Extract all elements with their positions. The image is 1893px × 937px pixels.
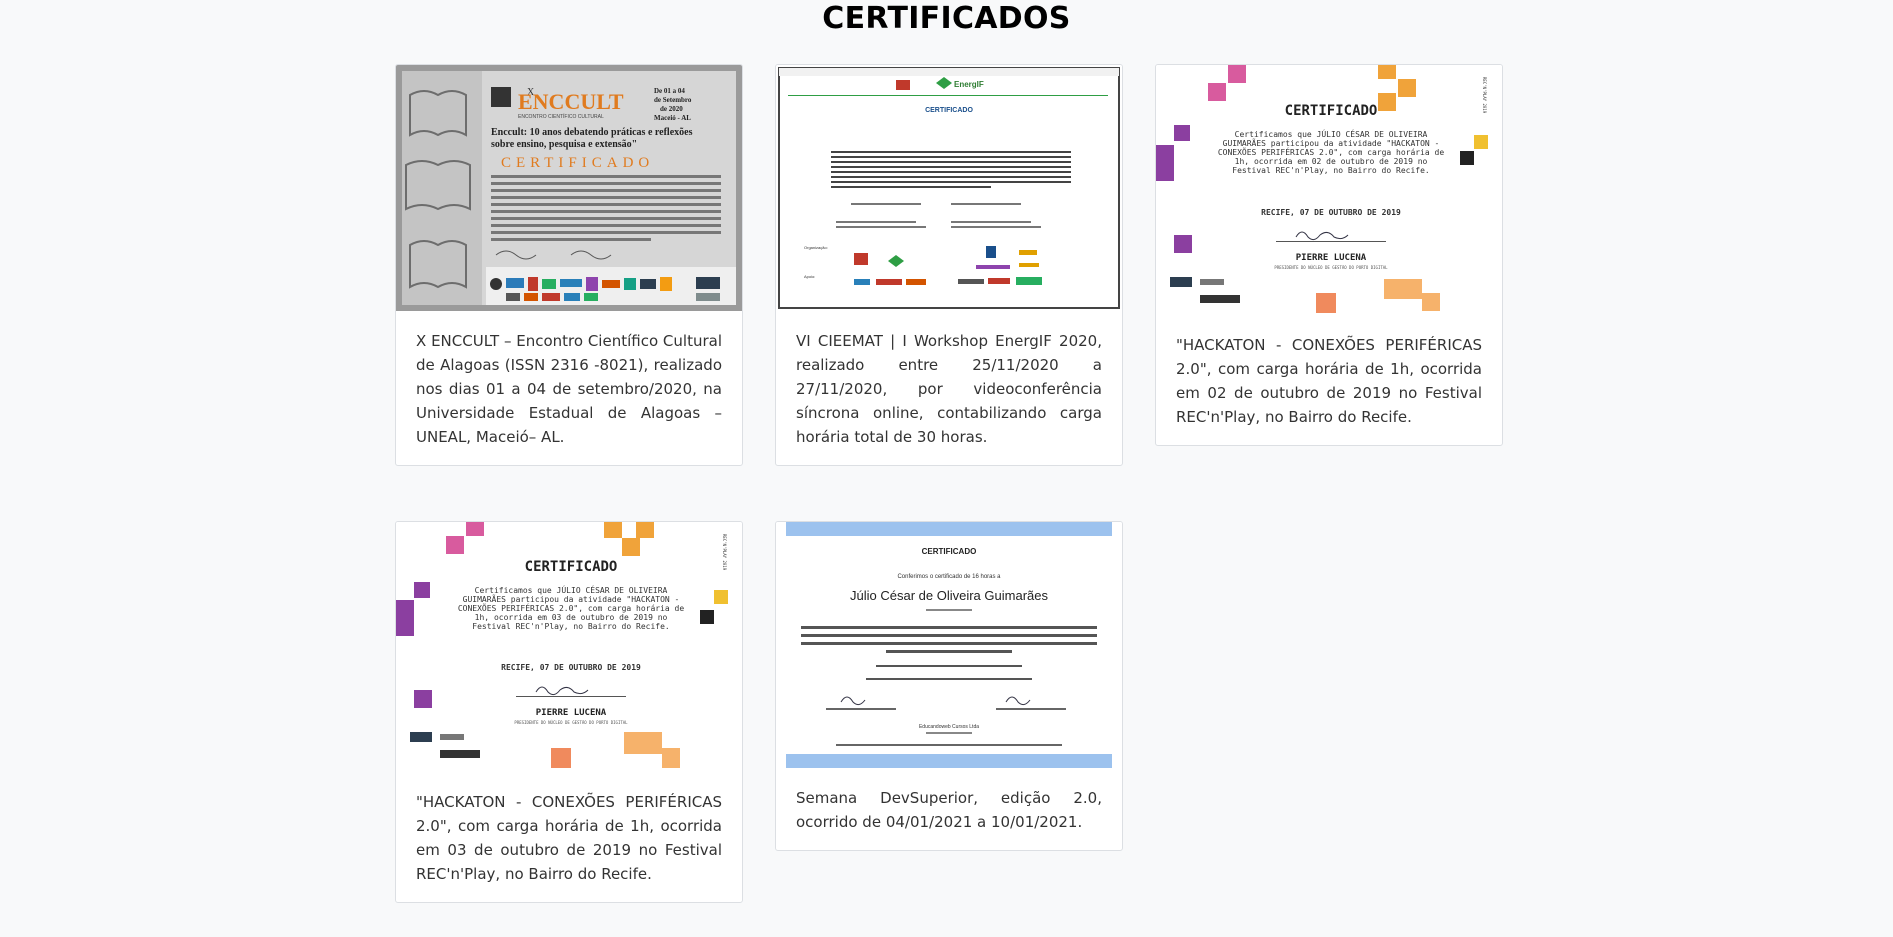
svg-text:Organização:: Organização: bbox=[804, 245, 828, 250]
svg-text:1h, ocorrida em 02 de outubro: 1h, ocorrida em 02 de outubro de 2019 no bbox=[1235, 157, 1428, 166]
svg-text:1h, ocorrida em 03 de outubro: 1h, ocorrida em 03 de outubro de 2019 no bbox=[475, 613, 668, 622]
svg-text:REC'N'PLAY 2019: REC'N'PLAY 2019 bbox=[722, 534, 727, 571]
svg-text:Apoio:: Apoio: bbox=[804, 274, 815, 279]
svg-text:Festival REC'n'Play, no Bairro: Festival REC'n'Play, no Bairro do Recife… bbox=[472, 622, 669, 631]
svg-text:CONEXÕES PERIFÉRICAS 2.0", com: CONEXÕES PERIFÉRICAS 2.0", com carga hor… bbox=[1218, 146, 1445, 157]
page-title: CERTIFICADOS bbox=[822, 1, 1071, 36]
svg-text:EnergIF: EnergIF bbox=[954, 80, 984, 89]
svg-text:Conferimos o certificado de 16: Conferimos o certificado de 16 horas a bbox=[897, 574, 1001, 580]
certificate-card-devsuperior[interactable]: CERTIFICADO Conferimos o certificado de … bbox=[775, 521, 1123, 851]
svg-text:CERTIFICADO: CERTIFICADO bbox=[925, 107, 973, 114]
svg-text:CERTIFICADO: CERTIFICADO bbox=[922, 547, 977, 556]
svg-text:PRESIDENTE DO NÚCLEO DE GESTÃO: PRESIDENTE DO NÚCLEO DE GESTÃO DO PORTO … bbox=[1274, 265, 1388, 270]
svg-text:CERTIFICADO: CERTIFICADO bbox=[525, 559, 618, 575]
svg-text:GUIMARÃES participou da ativid: GUIMARÃES participou da atividade "HACKA… bbox=[1223, 138, 1440, 148]
svg-text:Maceió - AL: Maceió - AL bbox=[654, 114, 691, 122]
certificate-description: "HACKATON - CONEXÕES PERIFÉRICAS 2.0", c… bbox=[1176, 336, 1482, 426]
svg-text:De 01 a 04: De 01 a 04 bbox=[654, 87, 685, 95]
svg-text:RECIFE, 07 DE OUTUBRO DE 2019: RECIFE, 07 DE OUTUBRO DE 2019 bbox=[501, 663, 641, 672]
svg-text:de Setembro: de Setembro bbox=[654, 96, 692, 104]
svg-text:Festival REC'n'Play, no Bairro: Festival REC'n'Play, no Bairro do Recife… bbox=[1232, 166, 1429, 175]
svg-text:Certificamos que JÚLIO CÉSAR D: Certificamos que JÚLIO CÉSAR DE OLIVEIRA bbox=[1235, 128, 1428, 139]
svg-text:Júlio César de Oliveira Guimar: Júlio César de Oliveira Guimarães bbox=[850, 588, 1048, 603]
certificate-card-enccult[interactable]: X ENCCULT ENCONTRO CIENTÍFICO CULTURAL D… bbox=[395, 64, 743, 466]
certificate-description: "HACKATON - CONEXÕES PERIFÉRICAS 2.0", c… bbox=[416, 793, 722, 883]
certificate-card-hackaton-0310[interactable]: CERTIFICADO Certificamos que JÚLIO CÉSAR… bbox=[395, 521, 743, 903]
svg-text:Certificamos que JÚLIO CÉSAR D: Certificamos que JÚLIO CÉSAR DE OLIVEIRA bbox=[475, 584, 668, 595]
svg-text:REC'N'PLAY 2019: REC'N'PLAY 2019 bbox=[1482, 77, 1487, 114]
certificate-description: X ENCCULT – Encontro Científico Cultural… bbox=[416, 332, 722, 446]
svg-text:CONEXÕES PERIFÉRICAS 2.0", com: CONEXÕES PERIFÉRICAS 2.0", com carga hor… bbox=[458, 602, 685, 613]
svg-text:RECIFE, 07 DE OUTUBRO DE 2019: RECIFE, 07 DE OUTUBRO DE 2019 bbox=[1261, 208, 1401, 217]
svg-text:sobre ensino, pesquisa e exten: sobre ensino, pesquisa e extensão" bbox=[491, 139, 637, 150]
certificate-image-hackaton-0310[interactable]: CERTIFICADO Certificamos que JÚLIO CÉSAR… bbox=[396, 522, 742, 772]
certificate-image-energif[interactable]: EnergIF CERTIFICADO Organização: Apoio: bbox=[776, 65, 1122, 311]
certificate-card-hackaton-0210[interactable]: CERTIFICADO Certificamos que JÚLIO CÉSAR… bbox=[1155, 64, 1503, 446]
svg-text:PRESIDENTE DO NÚCLEO DE GESTÃO: PRESIDENTE DO NÚCLEO DE GESTÃO DO PORTO … bbox=[514, 720, 628, 725]
certificate-description: VI CIEEMAT | I Workshop EnergIF 2020, re… bbox=[796, 332, 1102, 446]
svg-text:GUIMARÃES participou da ativid: GUIMARÃES participou da atividade "HACKA… bbox=[463, 594, 680, 604]
svg-text:CERTIFICADO: CERTIFICADO bbox=[501, 155, 654, 171]
svg-text:ENCONTRO CIENTÍFICO CULTURAL: ENCONTRO CIENTÍFICO CULTURAL bbox=[518, 113, 604, 120]
svg-text:de 2020: de 2020 bbox=[660, 105, 683, 113]
svg-text:Educandoweb Cursos Ltda: Educandoweb Cursos Ltda bbox=[919, 724, 979, 730]
svg-text:ENCCULT: ENCCULT bbox=[518, 89, 624, 114]
certificate-image-devsuperior[interactable]: CERTIFICADO Conferimos o certificado de … bbox=[776, 522, 1122, 768]
svg-text:Enccult: 10 anos debatendo prá: Enccult: 10 anos debatendo práticas e re… bbox=[491, 127, 693, 138]
svg-text:PIERRE LUCENA: PIERRE LUCENA bbox=[1296, 253, 1367, 263]
certificate-image-enccult[interactable]: X ENCCULT ENCONTRO CIENTÍFICO CULTURAL D… bbox=[396, 65, 742, 311]
certificate-description: Semana DevSuperior, edição 2.0, ocorrido… bbox=[796, 789, 1102, 831]
certificate-card-energif[interactable]: EnergIF CERTIFICADO Organização: Apoio: bbox=[775, 64, 1123, 466]
svg-text:PIERRE LUCENA: PIERRE LUCENA bbox=[536, 708, 607, 718]
certificate-image-hackaton-0210[interactable]: CERTIFICADO Certificamos que JÚLIO CÉSAR… bbox=[1156, 65, 1502, 315]
svg-text:CERTIFICADO: CERTIFICADO bbox=[1285, 103, 1378, 119]
